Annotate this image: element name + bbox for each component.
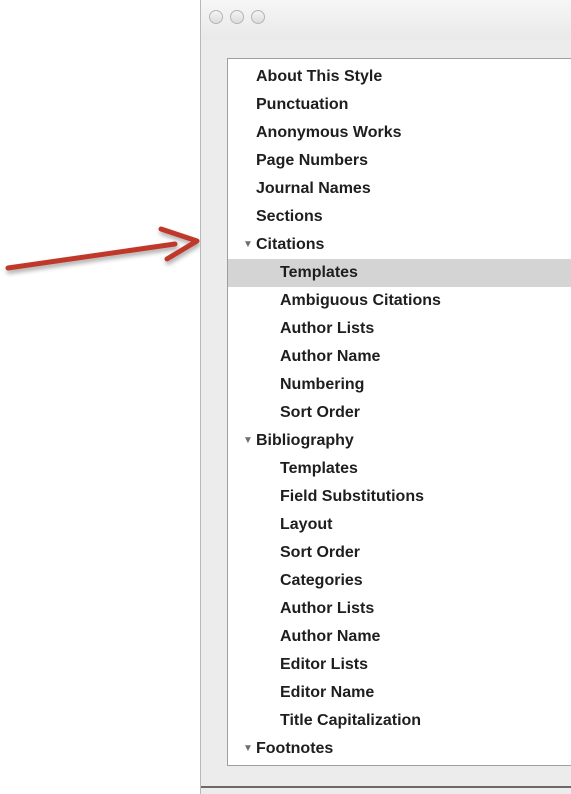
outline-item[interactable]: Templates bbox=[228, 259, 571, 287]
outline-item-label: Page Numbers bbox=[256, 152, 369, 169]
window-bottom-divider bbox=[201, 786, 571, 788]
outline-item-label: Editor Name bbox=[280, 684, 375, 701]
outline-item[interactable]: Sort Order bbox=[228, 399, 571, 427]
outline-item[interactable]: Journal Names bbox=[228, 175, 571, 203]
outline-item[interactable]: Page Numbers bbox=[228, 147, 571, 175]
outline-item-label: About This Style bbox=[256, 68, 383, 85]
outline-item[interactable]: Templates bbox=[228, 455, 571, 483]
outline-group[interactable]: ▼ Bibliography bbox=[228, 427, 571, 455]
outline-item-label: Journal Names bbox=[256, 180, 371, 197]
outline-item[interactable]: Punctuation bbox=[228, 91, 571, 119]
disclosure-triangle-icon[interactable]: ▼ bbox=[243, 231, 253, 259]
outline-item[interactable]: Numbering bbox=[228, 371, 571, 399]
disclosure-triangle-icon[interactable]: ▼ bbox=[243, 427, 253, 455]
close-window-button[interactable] bbox=[209, 10, 223, 24]
outline-item-label: Layout bbox=[280, 516, 333, 533]
outline-item[interactable]: Field Substitutions bbox=[228, 483, 571, 511]
outline-item[interactable]: Author Lists bbox=[228, 595, 571, 623]
outline-item-label: Ambiguous Citations bbox=[280, 292, 441, 309]
zoom-window-button[interactable] bbox=[251, 10, 265, 24]
outline-item-label: Footnotes bbox=[256, 740, 334, 757]
outline-item-label: Author Name bbox=[280, 628, 381, 645]
annotation-arrow bbox=[5, 226, 200, 271]
outline-item-label: Sections bbox=[256, 208, 323, 225]
outline-item-label: Field Substitutions bbox=[280, 488, 424, 505]
outline-item-label: Title Capitalization bbox=[280, 712, 422, 729]
outline-item-label: Author Name bbox=[280, 348, 381, 365]
outline-item[interactable]: Editor Name bbox=[228, 679, 571, 707]
outline-item-label: Author Lists bbox=[280, 320, 375, 337]
outline-item-label: Templates bbox=[280, 264, 358, 281]
outline-item-label: Sort Order bbox=[280, 404, 361, 421]
outline-item-label: Punctuation bbox=[256, 96, 349, 113]
title-bar bbox=[201, 0, 571, 40]
outline-item[interactable]: About This Style bbox=[228, 63, 571, 91]
outline-group[interactable]: ▼ Citations bbox=[228, 231, 571, 259]
preferences-window: About This Style Punctuation Anonymous Wor… bbox=[200, 0, 571, 794]
outline-item-label: Editor Lists bbox=[280, 656, 369, 673]
outline-item[interactable]: Categories bbox=[228, 567, 571, 595]
outline-item-label: Author Lists bbox=[280, 600, 375, 617]
outline-item[interactable]: Author Name bbox=[228, 623, 571, 651]
outline-item-label: Numbering bbox=[280, 376, 365, 393]
outline-item-label: Citations bbox=[256, 236, 325, 253]
outline-item[interactable]: Author Lists bbox=[228, 315, 571, 343]
outline-item[interactable]: Author Name bbox=[228, 343, 571, 371]
outline-item-label: Sort Order bbox=[280, 544, 361, 561]
outline-item[interactable]: Sections bbox=[228, 203, 571, 231]
disclosure-triangle-icon[interactable]: ▼ bbox=[243, 735, 253, 763]
outline-item-label: Categories bbox=[280, 572, 363, 589]
outline-group[interactable]: ▼ Footnotes bbox=[228, 735, 571, 763]
minimize-window-button[interactable] bbox=[230, 10, 244, 24]
outline-item-label: Templates bbox=[280, 460, 358, 477]
outline-item[interactable]: Editor Lists bbox=[228, 651, 571, 679]
outline-item[interactable]: Anonymous Works bbox=[228, 119, 571, 147]
outline-item[interactable]: Title Capitalization bbox=[228, 707, 571, 735]
outline-item-label: Bibliography bbox=[256, 432, 354, 449]
style-outline-list[interactable]: About This Style Punctuation Anonymous Wor… bbox=[227, 58, 571, 766]
outline-item-label: Anonymous Works bbox=[256, 124, 402, 141]
outline-item[interactable]: Sort Order bbox=[228, 539, 571, 567]
outline-item[interactable]: Layout bbox=[228, 511, 571, 539]
outline-item[interactable]: Ambiguous Citations bbox=[228, 287, 571, 315]
